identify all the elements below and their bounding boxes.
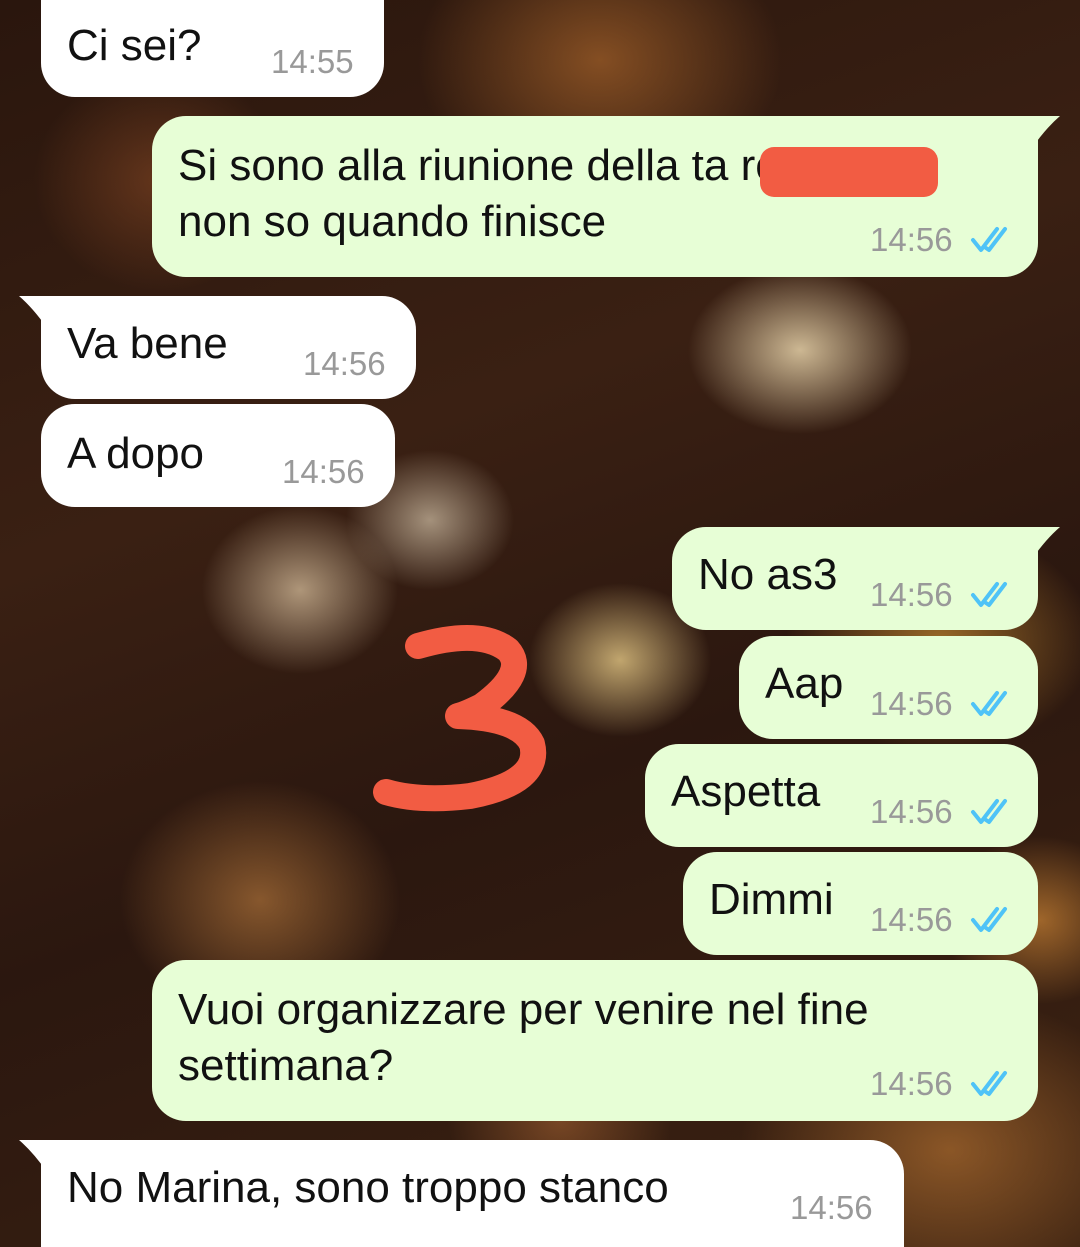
message-bubble-incoming[interactable]: A dopo 14:56: [41, 404, 395, 507]
message-text: Ci sei?: [67, 21, 202, 70]
message-time: 14:56: [870, 901, 953, 938]
bubble-tail: [1020, 527, 1060, 559]
message-bubble-outgoing[interactable]: No as3 14:56: [672, 527, 1060, 630]
double-check-icon: [971, 907, 1007, 932]
message-text: Vuoi organizzare per venire nel fine set…: [178, 985, 869, 1090]
message-bubble-outgoing[interactable]: Aap 14:56: [739, 636, 1038, 739]
bubble-tail: [19, 296, 59, 328]
message-text: Dimmi: [709, 875, 834, 924]
message-time: 14:56: [870, 793, 953, 830]
double-check-icon: [971, 799, 1007, 824]
message-bubble-incoming[interactable]: No Marina, sono troppo stanco 14:56: [19, 1140, 904, 1247]
message-bubble-outgoing[interactable]: Si sono alla riunione della ta re e non …: [152, 116, 1060, 277]
message-text: A dopo: [67, 429, 205, 478]
message-text: Aap: [765, 659, 844, 708]
message-bubble-incoming[interactable]: Ci sei? 14:55: [41, 0, 384, 97]
message-time: 14:56: [870, 576, 953, 613]
message-bubble-outgoing[interactable]: Dimmi 14:56: [683, 852, 1038, 955]
message-bubble-outgoing[interactable]: Aspetta 14:56: [645, 744, 1038, 847]
message-time: 14:56: [282, 453, 365, 490]
annotation-number: 3: [373, 625, 547, 812]
double-check-icon: [971, 582, 1007, 607]
bubble-tail: [1020, 116, 1060, 148]
message-text: No Marina, sono troppo stanco: [67, 1163, 669, 1212]
message-text: No as3: [698, 550, 838, 599]
double-check-icon: [971, 691, 1007, 716]
message-time: 14:56: [303, 345, 386, 382]
message-text: Si sono alla riunione della ta re e non …: [178, 141, 816, 246]
double-check-icon: [971, 227, 1007, 252]
redaction-mark: [760, 147, 938, 197]
message-time: 14:56: [870, 221, 953, 258]
message-time: 14:55: [271, 43, 354, 80]
message-text: Va bene: [67, 319, 228, 368]
message-time: 14:56: [870, 1065, 953, 1102]
bubble-tail: [19, 1140, 59, 1172]
message-time: 14:56: [870, 685, 953, 722]
message-time: 14:56: [790, 1189, 873, 1226]
message-text: Aspetta: [671, 767, 821, 816]
double-check-icon: [971, 1071, 1007, 1096]
message-bubble-incoming[interactable]: Va bene 14:56: [19, 296, 416, 399]
message-bubble-outgoing[interactable]: Vuoi organizzare per venire nel fine set…: [152, 960, 1038, 1121]
